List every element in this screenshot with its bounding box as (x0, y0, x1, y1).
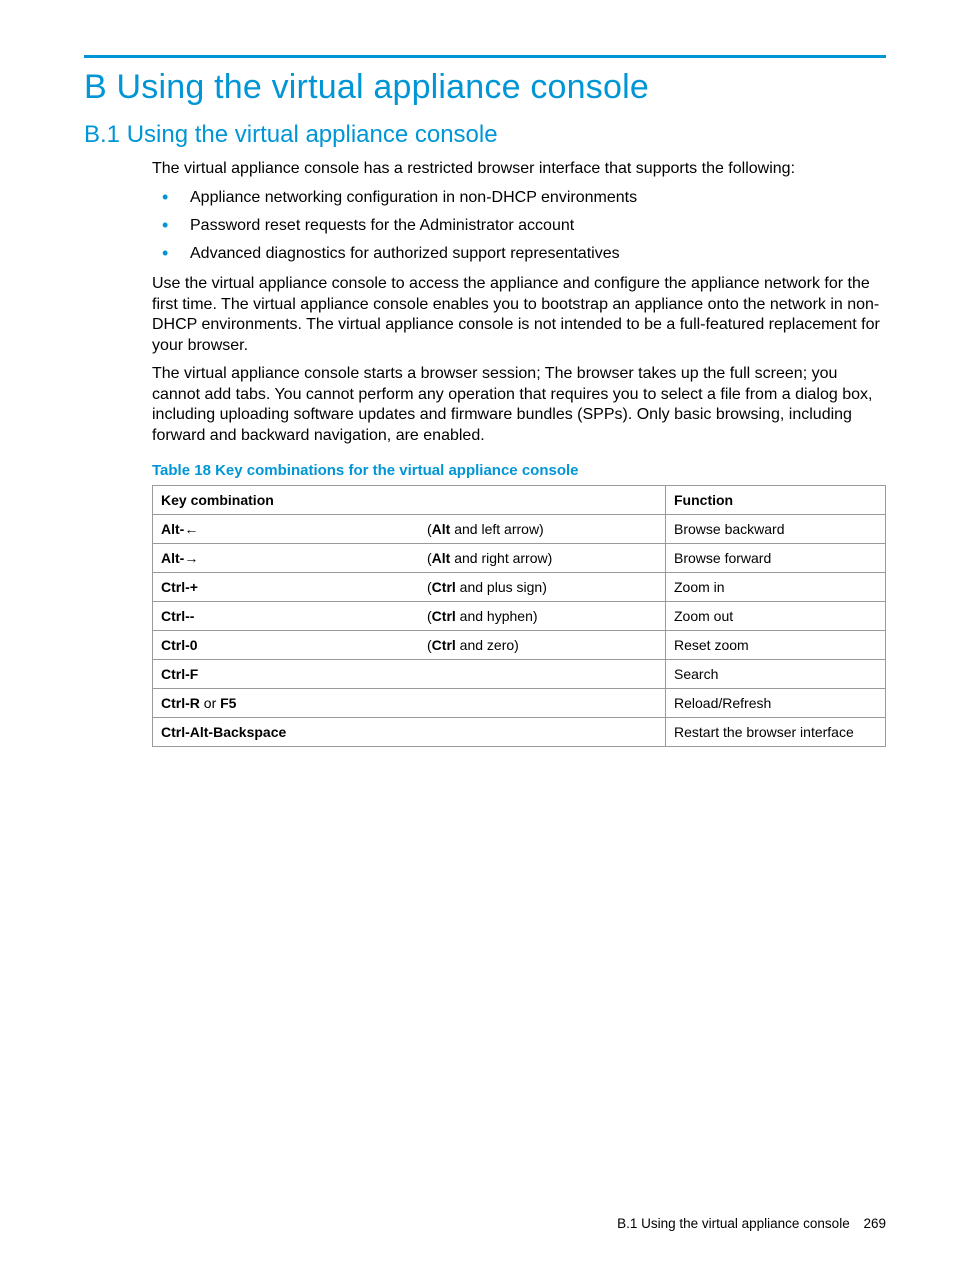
table-header-row: Key combination Function (153, 486, 886, 515)
table-body: Alt-←(Alt and left arrow)Browse backward… (153, 515, 886, 747)
feature-bullets: Appliance networking configuration in no… (152, 187, 886, 264)
bullet-item: Advanced diagnostics for authorized supp… (152, 243, 886, 265)
function-cell: Search (666, 660, 886, 689)
key-combo-cell: Ctrl-0 (153, 631, 420, 660)
table-row: Ctrl-R or F5 Reload/Refresh (153, 689, 886, 718)
key-hint-cell (419, 660, 666, 689)
key-hint-cell: (Ctrl and plus sign) (419, 573, 666, 602)
key-combo-cell: Ctrl-+ (153, 573, 420, 602)
table-row: Alt-←(Alt and left arrow)Browse backward (153, 515, 886, 544)
table-row: Ctrl-F Search (153, 660, 886, 689)
header-key-combination: Key combination (153, 486, 420, 515)
table-row: Alt-→(Alt and right arrow)Browse forward (153, 544, 886, 573)
header-function: Function (666, 486, 886, 515)
intro-paragraph: The virtual appliance console has a rest… (152, 159, 886, 179)
key-combo-cell: Alt-← (153, 515, 420, 544)
key-combo-cell: Ctrl-F (153, 660, 420, 689)
key-combo-cell: Ctrl-- (153, 602, 420, 631)
function-cell: Restart the browser interface (666, 718, 886, 747)
key-combo-cell: Ctrl-R or F5 (153, 689, 420, 718)
paragraph-limits: The virtual appliance console starts a b… (152, 364, 886, 446)
function-cell: Reset zoom (666, 631, 886, 660)
table-row: Ctrl-Alt-Backspace Restart the browser in… (153, 718, 886, 747)
key-hint-cell (419, 689, 666, 718)
key-hint-cell: (Ctrl and zero) (419, 631, 666, 660)
appendix-title: B Using the virtual appliance console (84, 68, 886, 107)
function-cell: Zoom out (666, 602, 886, 631)
section-title: B.1 Using the virtual appliance console (84, 121, 886, 149)
body-block: The virtual appliance console has a rest… (152, 159, 886, 747)
key-hint-cell: (Alt and left arrow) (419, 515, 666, 544)
bullet-item: Appliance networking configuration in no… (152, 187, 886, 209)
function-cell: Browse backward (666, 515, 886, 544)
footer-page-number: 269 (863, 1216, 886, 1231)
key-hint-cell: (Ctrl and hyphen) (419, 602, 666, 631)
table-caption: Table 18 Key combinations for the virtua… (152, 462, 886, 479)
key-hint-cell (419, 718, 666, 747)
bullet-item: Password reset requests for the Administ… (152, 215, 886, 237)
paragraph-usage: Use the virtual appliance console to acc… (152, 274, 886, 356)
page-footer: B.1 Using the virtual appliance console … (617, 1216, 886, 1231)
header-key-hint (419, 486, 666, 515)
function-cell: Zoom in (666, 573, 886, 602)
footer-section: B.1 Using the virtual appliance console (617, 1216, 850, 1231)
document-page: B Using the virtual appliance console B.… (0, 0, 954, 1271)
top-rule (84, 55, 886, 58)
key-combo-cell: Alt-→ (153, 544, 420, 573)
function-cell: Reload/Refresh (666, 689, 886, 718)
function-cell: Browse forward (666, 544, 886, 573)
table-row: Ctrl-0(Ctrl and zero)Reset zoom (153, 631, 886, 660)
key-hint-cell: (Alt and right arrow) (419, 544, 666, 573)
table-row: Ctrl--(Ctrl and hyphen)Zoom out (153, 602, 886, 631)
table-row: Ctrl-+(Ctrl and plus sign)Zoom in (153, 573, 886, 602)
key-combo-cell: Ctrl-Alt-Backspace (153, 718, 420, 747)
key-combination-table: Key combination Function Alt-←(Alt and l… (152, 485, 886, 747)
